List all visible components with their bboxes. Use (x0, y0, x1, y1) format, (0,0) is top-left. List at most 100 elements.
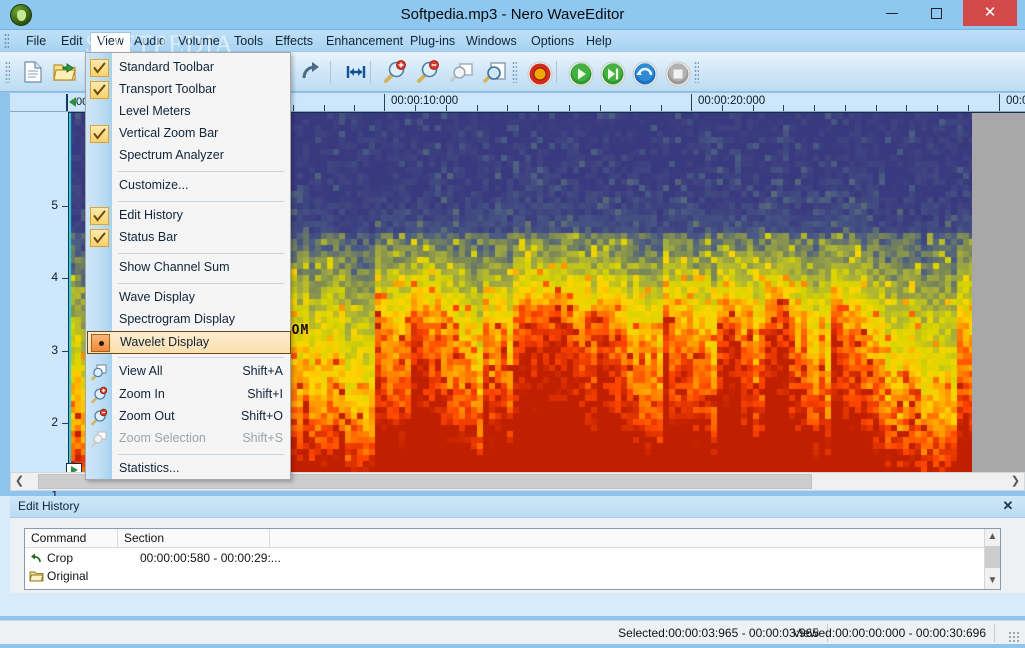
record-button[interactable] (525, 58, 555, 87)
menu-item-statistics[interactable]: Statistics... (87, 458, 291, 480)
scroll-up-icon[interactable]: ▲ (985, 529, 1000, 545)
ruler-minor-tick (783, 105, 784, 111)
close-button[interactable]: ✕ (963, 0, 1017, 26)
ruler-minor-tick (845, 105, 846, 111)
menu-tools[interactable]: Tools (228, 32, 269, 51)
menu-item-view-all[interactable]: View All Shift+A (87, 361, 291, 383)
menu-separator (118, 454, 284, 455)
menu-item-status-bar[interactable]: Status Bar (87, 227, 291, 249)
menu-plug-ins[interactable]: Plug-ins (404, 32, 461, 51)
menu-item-show-channel-sum[interactable]: Show Channel Sum (87, 257, 291, 279)
status-viewed-range: Viewed:00:00:00:000 - 00:00:30:696 (785, 624, 995, 642)
toolbar-grip-1[interactable] (5, 61, 10, 83)
menu-item-spectrogram-display[interactable]: Spectrogram Display (87, 309, 291, 331)
ruler-minor-tick (937, 105, 938, 111)
menu-item-zoom-selection[interactable]: Zoom Selection Shift+S (87, 428, 291, 450)
menu-enhancement[interactable]: Enhancement (320, 32, 409, 51)
menu-item-label: Status Bar (119, 230, 178, 244)
open-file-button[interactable] (50, 58, 80, 86)
table-row[interactable]: Original (25, 568, 985, 585)
menu-item-wavelet-display[interactable]: Wavelet Display (87, 331, 291, 354)
menu-item-level-meters[interactable]: Level Meters (87, 101, 291, 123)
edit-history-column-header[interactable]: Section (118, 529, 270, 548)
edit-history-column-header[interactable]: Command (25, 529, 118, 548)
menu-item-label: View All (119, 364, 163, 378)
status-bar: Selected:00:00:03:965 - 00:00:03:965 Vie… (0, 620, 1025, 644)
viewall-icon (91, 363, 109, 381)
menu-item-customize[interactable]: Customize... (87, 175, 291, 197)
menu-item-label: Statistics... (119, 461, 180, 475)
toolbar-separator-4 (556, 61, 557, 83)
scroll-left-icon[interactable]: ❮ (11, 473, 28, 490)
table-row[interactable]: Crop 00:00:00:580 - 00:00:29:... (25, 550, 985, 567)
stop-button[interactable] (663, 58, 693, 87)
minimize-button[interactable] (869, 0, 914, 26)
zoomin-icon (91, 386, 109, 404)
edit-history-grid[interactable]: Command Section Crop 00:00:00:580 - 00:00:… (24, 528, 1001, 590)
menu-item-zoom-in[interactable]: Zoom In Shift+I (87, 384, 291, 406)
toolbar-grip-2[interactable] (512, 61, 517, 83)
menu-item-edit-history[interactable]: Edit History (87, 205, 291, 227)
edit-history-column-header[interactable] (270, 529, 985, 548)
menu-file[interactable]: File (20, 32, 52, 51)
ruler-time-label: 00:00:20:000 (698, 95, 766, 107)
maximize-button[interactable] (914, 0, 959, 26)
menu-item-standard-toolbar[interactable]: Standard Toolbar (87, 57, 291, 79)
checkmark-icon (90, 59, 109, 77)
edit-history-titlebar: Edit History ✕ (10, 496, 1025, 518)
play-button[interactable] (566, 58, 596, 87)
edit-history-close-icon[interactable]: ✕ (1001, 499, 1015, 513)
menu-separator (118, 283, 284, 284)
zoomout-icon (91, 408, 109, 426)
edit-history-command: Crop (47, 551, 74, 565)
menu-item-label: Wavelet Display (120, 335, 210, 349)
menu-view[interactable]: View (90, 32, 131, 52)
scroll-right-icon[interactable]: ❯ (1007, 473, 1024, 490)
menu-item-label: Zoom Out (119, 409, 175, 423)
ruler-minor-tick (324, 105, 325, 111)
menu-separator (118, 171, 284, 172)
menu-item-label: Spectrogram Display (119, 312, 236, 326)
menu-item-label: Edit History (119, 208, 183, 222)
undo-arrow-icon (29, 552, 44, 565)
ruler-minor-tick (354, 105, 355, 111)
menu-edit[interactable]: Edit (55, 32, 89, 51)
loop-button[interactable] (630, 58, 660, 87)
toolbar-separator-2 (330, 61, 331, 83)
menu-grip-handle[interactable] (4, 33, 9, 49)
menu-help[interactable]: Help (580, 32, 618, 51)
resize-grip-icon[interactable] (1008, 631, 1020, 643)
zoom-selection-button[interactable] (447, 58, 477, 86)
new-file-button[interactable] (18, 58, 48, 86)
zoom-out-button[interactable] (413, 58, 443, 86)
ruler-minor-tick (630, 105, 631, 111)
zoom-in-button[interactable] (380, 58, 410, 86)
menu-item-spectrum-analyzer[interactable]: Spectrum Analyzer (87, 145, 291, 167)
frequency-tick-label: 2 (51, 415, 58, 429)
menu-audio[interactable]: Audio (128, 32, 172, 51)
zoom-page-button[interactable] (480, 58, 510, 86)
menu-volume[interactable]: Volume (172, 32, 226, 51)
toolbar-grip-3[interactable] (694, 61, 699, 83)
menu-item-label: Standard Toolbar (119, 60, 214, 74)
folder-icon (29, 570, 44, 583)
menu-effects[interactable]: Effects (269, 32, 319, 51)
wavelet-empty-region (972, 113, 1025, 478)
play-selection-button[interactable] (598, 58, 628, 87)
menu-item-wave-display[interactable]: Wave Display (87, 287, 291, 309)
scroll-down-icon[interactable]: ▼ (985, 573, 1000, 589)
edit-history-vertical-scrollbar[interactable]: ▲ ▼ (984, 529, 1000, 589)
redo-button[interactable] (297, 58, 327, 86)
nero-wave-editor-window: Softpedia.mp3 - Nero WaveEditor ✕ File Ed… (0, 0, 1025, 648)
vertical-scroll-thumb[interactable] (985, 546, 1000, 568)
menu-item-vertical-zoom-bar[interactable]: Vertical Zoom Bar (87, 123, 291, 145)
menu-item-label: Transport Toolbar (119, 82, 217, 96)
menu-windows[interactable]: Windows (460, 32, 523, 51)
checkmark-icon (90, 125, 109, 143)
menu-item-zoom-out[interactable]: Zoom Out Shift+O (87, 406, 291, 428)
menu-options[interactable]: Options (525, 32, 580, 51)
menu-item-transport-toolbar[interactable]: Transport Toolbar (87, 79, 291, 101)
menu-item-label: Level Meters (119, 104, 191, 118)
view-all-button[interactable] (341, 58, 371, 86)
frequency-axis: 54321 (10, 112, 68, 502)
